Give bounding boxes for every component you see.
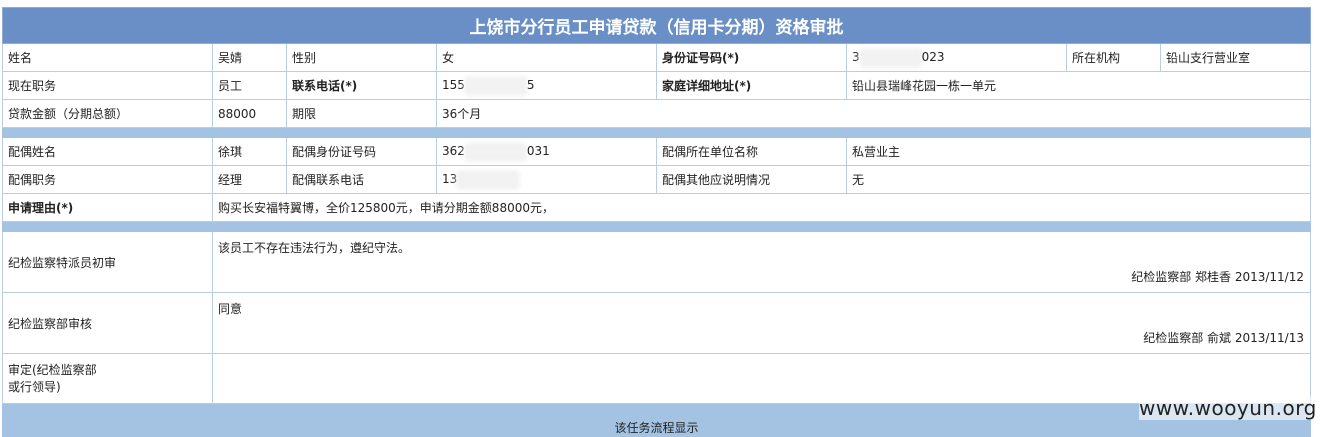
section-separator (2, 221, 1311, 232)
form-title: 上饶市分行员工申请贷款（信用卡分期）资格审批 (2, 7, 1311, 44)
id-number-label: 身份证号码(*) (656, 43, 847, 72)
spouse-other-label: 配偶其他应说明情况 (656, 165, 847, 194)
initial-review-content: 该员工不存在违法行为，遵纪守法。 纪检监察部 郑桂香 2013/11/12 (212, 231, 1311, 293)
footer-row: 该任务流程显示 (2, 403, 1311, 437)
section-separator (2, 127, 1311, 138)
spouse-row-2: 配偶职务 经理 配偶联系电话 13 配偶其他应说明情况 无 (2, 165, 1311, 194)
spouse-employer-label: 配偶所在单位名称 (656, 137, 847, 166)
spouse-employer-value: 私营业主 (846, 137, 1311, 166)
audit-review-comment: 同意 (218, 302, 243, 316)
phone-prefix: 155 (442, 78, 465, 93)
final-approval-row: 审定(纪检监察部 或行领导) (2, 353, 1311, 404)
id-suffix: 023 (921, 50, 945, 65)
id-prefix: 3 (852, 50, 860, 65)
audit-review-label: 纪检监察部审核 (2, 292, 213, 354)
watermark: www.wooyun.org (1139, 396, 1317, 420)
spouse-id-label: 配偶身份证号码 (286, 137, 437, 166)
spouse-id-value: 362 031 (436, 137, 657, 166)
workflow-display-link[interactable]: 该任务流程显示 (2, 403, 1311, 437)
final-approval-label-line2: 或行领导) (8, 379, 61, 394)
address-value: 铅山县瑞峰花园一栋一单元 (846, 71, 1311, 100)
final-approval-label: 审定(纪检监察部 或行领导) (2, 353, 213, 404)
spouse-name-label: 配偶姓名 (2, 137, 213, 166)
spouse-row-1: 配偶姓名 徐琪 配偶身份证号码 362 031 配偶所在单位名称 私营业主 (2, 137, 1311, 166)
initial-review-comment: 该员工不存在违法行为，遵纪守法。 (218, 241, 411, 255)
spouse-phone-value: 13 (436, 165, 657, 194)
name-value: 吴婧 (212, 43, 287, 72)
org-label: 所在机构 (1066, 43, 1161, 72)
spouse-position-value: 经理 (212, 165, 287, 194)
spouse-name-value: 徐琪 (212, 137, 287, 166)
loan-amount-value: 88000 (212, 99, 287, 128)
phone-suffix: 5 (526, 78, 535, 93)
gender-value: 女 (436, 43, 657, 72)
redaction-blur (459, 172, 518, 187)
id-number-value: 3 023 (846, 43, 1067, 72)
applicant-row-1: 姓名 吴婧 性别 女 身份证号码(*) 3 023 所在机构 铅山支行营业室 (2, 43, 1311, 72)
initial-review-signature: 纪检监察部 郑桂香 2013/11/12 (1131, 270, 1304, 284)
org-value: 铅山支行营业室 (1160, 43, 1311, 72)
phone-value: 155 5 (436, 71, 657, 100)
term-value: 36个月 (436, 99, 1311, 128)
reason-label: 申请理由(*) (2, 193, 213, 222)
initial-review-row: 纪检监察特派员初审 该员工不存在违法行为，遵纪守法。 纪检监察部 郑桂香 201… (2, 231, 1311, 293)
name-label: 姓名 (2, 43, 213, 72)
spouse-other-value: 无 (846, 165, 1311, 194)
address-label: 家庭详细地址(*) (656, 71, 847, 100)
phone-label: 联系电话(*) (286, 71, 437, 100)
initial-review-label: 纪检监察特派员初审 (2, 231, 213, 293)
spouse-phone-label: 配偶联系电话 (286, 165, 437, 194)
final-approval-label-line1: 审定(纪检监察部 (8, 362, 97, 377)
loan-amount-label: 贷款金额（分期总额） (2, 99, 213, 128)
approval-form: 上饶市分行员工申请贷款（信用卡分期）资格审批 姓名 吴婧 性别 女 身份证号码(… (2, 7, 1311, 437)
redaction-blur (466, 144, 525, 159)
reason-value: 购买长安福特翼博，全价125800元，申请分期金额88000元， (212, 193, 1311, 222)
position-label: 现在职务 (2, 71, 213, 100)
audit-review-row: 纪检监察部审核 同意 纪检监察部 俞斌 2013/11/13 (2, 292, 1311, 354)
redaction-blur (466, 78, 525, 93)
spouse-id-suffix: 031 (526, 144, 550, 159)
term-label: 期限 (286, 99, 437, 128)
redaction-blur (861, 50, 920, 65)
gender-label: 性别 (286, 43, 437, 72)
spouse-phone-prefix: 13 (442, 172, 458, 187)
spouse-id-prefix: 362 (442, 144, 465, 159)
applicant-row-2: 现在职务 员工 联系电话(*) 155 5 家庭详细地址(*) 铅山县瑞峰花园一栋… (2, 71, 1311, 100)
audit-review-content: 同意 纪检监察部 俞斌 2013/11/13 (212, 292, 1311, 354)
approval-table: 上饶市分行员工申请贷款（信用卡分期）资格审批 姓名 吴婧 性别 女 身份证号码(… (2, 7, 1311, 437)
applicant-row-3: 贷款金额（分期总额） 88000 期限 36个月 (2, 99, 1311, 128)
position-value: 员工 (212, 71, 287, 100)
audit-review-signature: 纪检监察部 俞斌 2013/11/13 (1143, 331, 1304, 345)
spouse-position-label: 配偶职务 (2, 165, 213, 194)
reason-row: 申请理由(*) 购买长安福特翼博，全价125800元，申请分期金额88000元， (2, 193, 1311, 222)
